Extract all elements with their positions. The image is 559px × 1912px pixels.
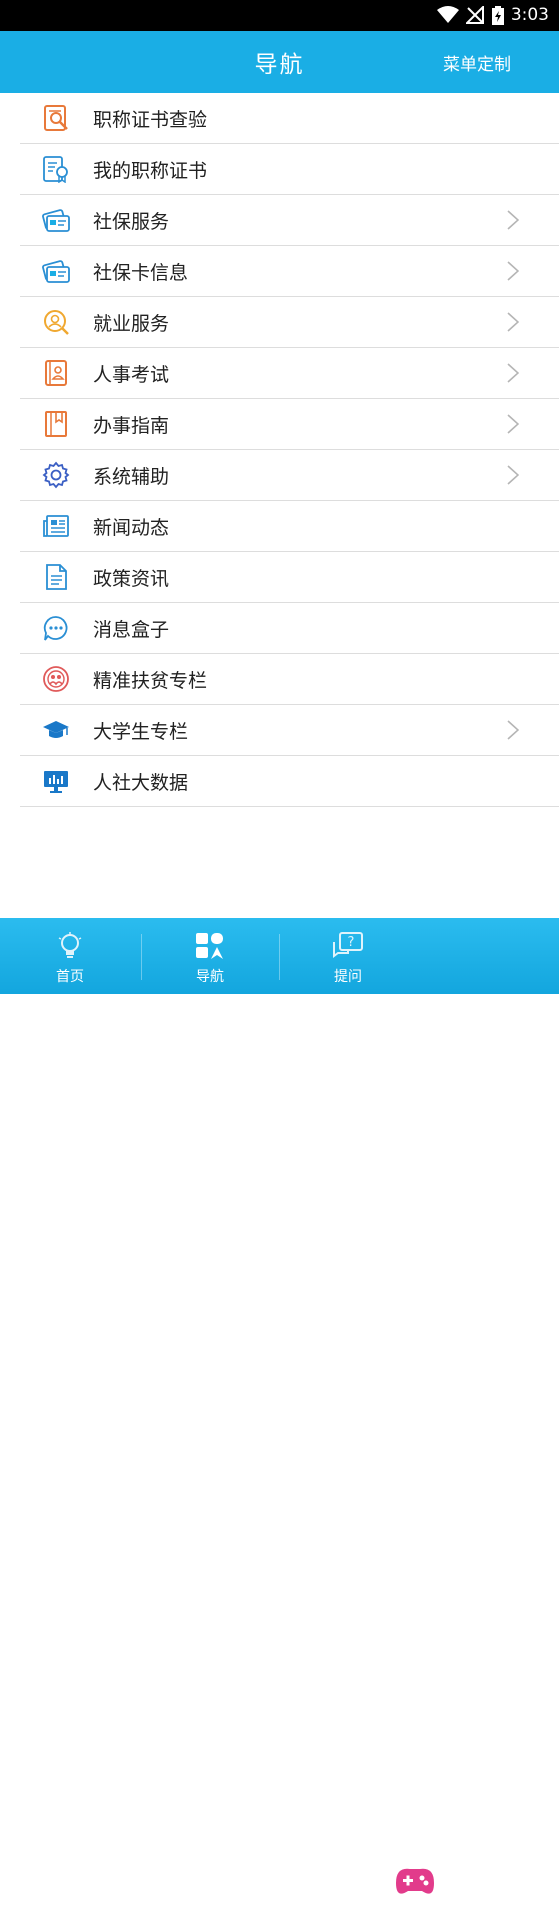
menu-item-label: 就业服务 <box>93 313 170 335</box>
menu-item-label: 人社大数据 <box>93 772 189 794</box>
tab-ask[interactable]: ? 提问 <box>280 918 416 994</box>
graduation-cap-icon <box>42 716 70 744</box>
chevron-right-icon <box>507 312 520 332</box>
tab-label: 导航 <box>196 969 224 985</box>
menu-item-label: 人事考试 <box>93 364 170 386</box>
document-icon <box>42 563 70 591</box>
chevron-right-icon <box>507 414 520 434</box>
card-info-icon <box>42 257 70 285</box>
menu-item-message-box[interactable]: 消息盒子 <box>20 603 559 654</box>
gamepad-logo-icon <box>396 1868 434 1894</box>
menu-item-label: 新闻动态 <box>93 517 170 539</box>
menu-item-label: 精准扶贫专栏 <box>93 670 208 692</box>
menu-item-label: 政策资讯 <box>93 568 170 590</box>
chevron-right-icon <box>507 210 520 230</box>
menu-item-label: 消息盒子 <box>93 619 170 641</box>
bottom-nav: 首页 导航 ? 提问 X游戏 XYouXi.net <box>0 918 559 1900</box>
no-signal-icon <box>464 4 484 28</box>
svg-text:?: ? <box>348 935 355 950</box>
menu-item-card-info[interactable]: 社保卡信息 <box>20 246 559 297</box>
tab-label: 首页 <box>56 969 84 985</box>
clock: 3:03 <box>510 5 549 25</box>
tab-navigation[interactable]: 导航 <box>142 918 278 994</box>
tab-home[interactable]: 首页 <box>0 918 140 994</box>
menu-item-my-cert[interactable]: 我的职称证书 <box>20 144 559 195</box>
chevron-right-icon <box>507 363 520 383</box>
exam-book-icon <box>42 359 70 387</box>
certificate-badge-icon <box>42 155 70 184</box>
question-bubble-icon: ? <box>332 932 364 964</box>
menu-item-label: 职称证书查验 <box>93 109 208 131</box>
watermark-logo: X游戏 XYouXi.net <box>390 1853 559 1912</box>
watermark-small-text: X游戏 <box>512 1858 543 1871</box>
app-header: 导航 菜单定制 <box>0 31 559 93</box>
navigation-grid-icon <box>195 932 225 964</box>
menu-item-poverty[interactable]: 精准扶贫专栏 <box>20 654 559 705</box>
data-monitor-icon <box>42 767 70 795</box>
lightbulb-icon <box>57 932 83 966</box>
menu-item-label: 我的职称证书 <box>93 160 208 182</box>
employment-search-icon <box>42 308 70 336</box>
social-security-card-icon <box>42 206 70 234</box>
menu-customize-button[interactable]: 菜单定制 <box>443 50 511 75</box>
menu-item-system-assist[interactable]: 系统辅助 <box>20 450 559 501</box>
menu-item-social-security[interactable]: 社保服务 <box>20 195 559 246</box>
menu-item-label: 社保服务 <box>93 211 170 233</box>
menu-item-personnel-exam[interactable]: 人事考试 <box>20 348 559 399</box>
menu-item-cert-verify[interactable]: 职称证书查验 <box>20 93 559 144</box>
menu-item-news[interactable]: 新闻动态 <box>20 501 559 552</box>
menu-item-big-data[interactable]: 人社大数据 <box>20 756 559 807</box>
menu-item-employment[interactable]: 就业服务 <box>20 297 559 348</box>
menu-item-label: 系统辅助 <box>93 466 170 488</box>
wifi-icon <box>437 6 459 28</box>
menu-item-college[interactable]: 大学生专栏 <box>20 705 559 756</box>
chevron-right-icon <box>507 720 520 740</box>
tab-label: 提问 <box>334 969 362 985</box>
menu-item-label: 社保卡信息 <box>93 262 189 284</box>
gear-icon <box>42 461 70 489</box>
poverty-alleviation-icon <box>42 665 70 693</box>
status-bar: 3:03 <box>0 0 559 31</box>
chat-bubble-icon <box>42 614 70 642</box>
certificate-search-icon <box>42 104 70 132</box>
newspaper-icon <box>42 512 70 540</box>
battery-icon <box>492 6 504 29</box>
menu-item-label: 大学生专栏 <box>93 721 189 743</box>
menu-item-label: 办事指南 <box>93 415 170 437</box>
chevron-right-icon <box>507 465 520 485</box>
watermark-text: XYouXi.net <box>438 1875 548 1900</box>
chevron-right-icon <box>507 261 520 281</box>
menu-list: 职称证书查验 我的职称证书 社保服务 社保卡信息 就业服务 人事考试 办事指南 … <box>20 93 559 807</box>
menu-item-guide[interactable]: 办事指南 <box>20 399 559 450</box>
menu-item-policy[interactable]: 政策资讯 <box>20 552 559 603</box>
guide-book-icon <box>42 410 70 438</box>
